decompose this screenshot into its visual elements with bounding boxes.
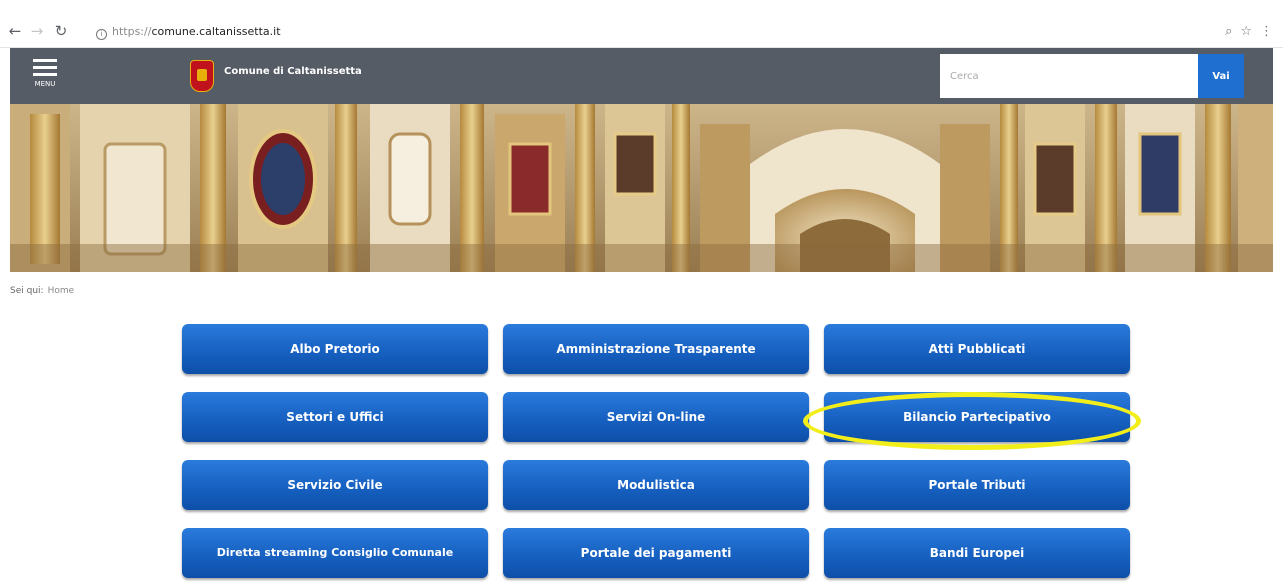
coat-of-arms-logo[interactable] <box>190 60 214 92</box>
star-icon[interactable]: ☆ <box>1240 24 1252 39</box>
site-header: MENU Comune di Caltanissetta Vai <box>10 48 1273 104</box>
portale-tributi-button[interactable]: Portale Tributi <box>824 460 1130 510</box>
browser-actions: ⌕ ☆ ⋮ <box>1217 22 1273 42</box>
back-arrow-icon[interactable]: ← <box>6 22 24 40</box>
albo-pretorio-button[interactable]: Albo Pretorio <box>182 324 488 374</box>
banner-image <box>10 104 1273 272</box>
zoom-icon[interactable]: ⌕ <box>1225 24 1232 39</box>
amministrazione-trasparente-button[interactable]: Amministrazione Trasparente <box>503 324 809 374</box>
more-icon[interactable]: ⋮ <box>1260 24 1273 39</box>
browser-toolbar: ← → ↻ i https://comune.caltanissetta.it ⌕… <box>0 0 1283 48</box>
url-scheme: https:// <box>112 25 152 38</box>
url-host: comune.caltanissetta.it <box>151 25 281 38</box>
address-bar[interactable]: i https://comune.caltanissetta.it <box>96 22 1226 42</box>
breadcrumb-home-link[interactable]: Home <box>48 286 75 296</box>
hamburger-icon <box>33 59 57 62</box>
atti-pubblicati-button[interactable]: Atti Pubblicati <box>824 324 1130 374</box>
info-icon[interactable]: i <box>96 29 107 40</box>
search-input[interactable] <box>940 54 1198 98</box>
servizi-on-line-button[interactable]: Servizi On-line <box>503 392 809 442</box>
menu-label: MENU <box>34 80 56 88</box>
church-interior-illustration <box>10 104 1273 272</box>
settori-e-uffici-button[interactable]: Settori e Uffici <box>182 392 488 442</box>
breadcrumb-prefix: Sei qui: <box>10 286 44 296</box>
modulistica-button[interactable]: Modulistica <box>503 460 809 510</box>
quick-links-grid: Albo Pretorio Amministrazione Trasparent… <box>182 324 1130 584</box>
hamburger-icon-bar <box>33 66 57 69</box>
hamburger-menu-button[interactable]: MENU <box>30 55 60 97</box>
bilancio-partecipativo-button[interactable]: Bilancio Partecipativo <box>824 392 1130 442</box>
reload-icon[interactable]: ↻ <box>52 22 70 40</box>
forward-arrow-icon[interactable]: → <box>28 22 46 40</box>
breadcrumb: Sei qui: Home <box>10 286 74 296</box>
site-title[interactable]: Comune di Caltanissetta <box>224 66 362 77</box>
servizio-civile-button[interactable]: Servizio Civile <box>182 460 488 510</box>
search-button[interactable]: Vai <box>1198 54 1244 98</box>
hamburger-icon-bar <box>33 73 57 76</box>
